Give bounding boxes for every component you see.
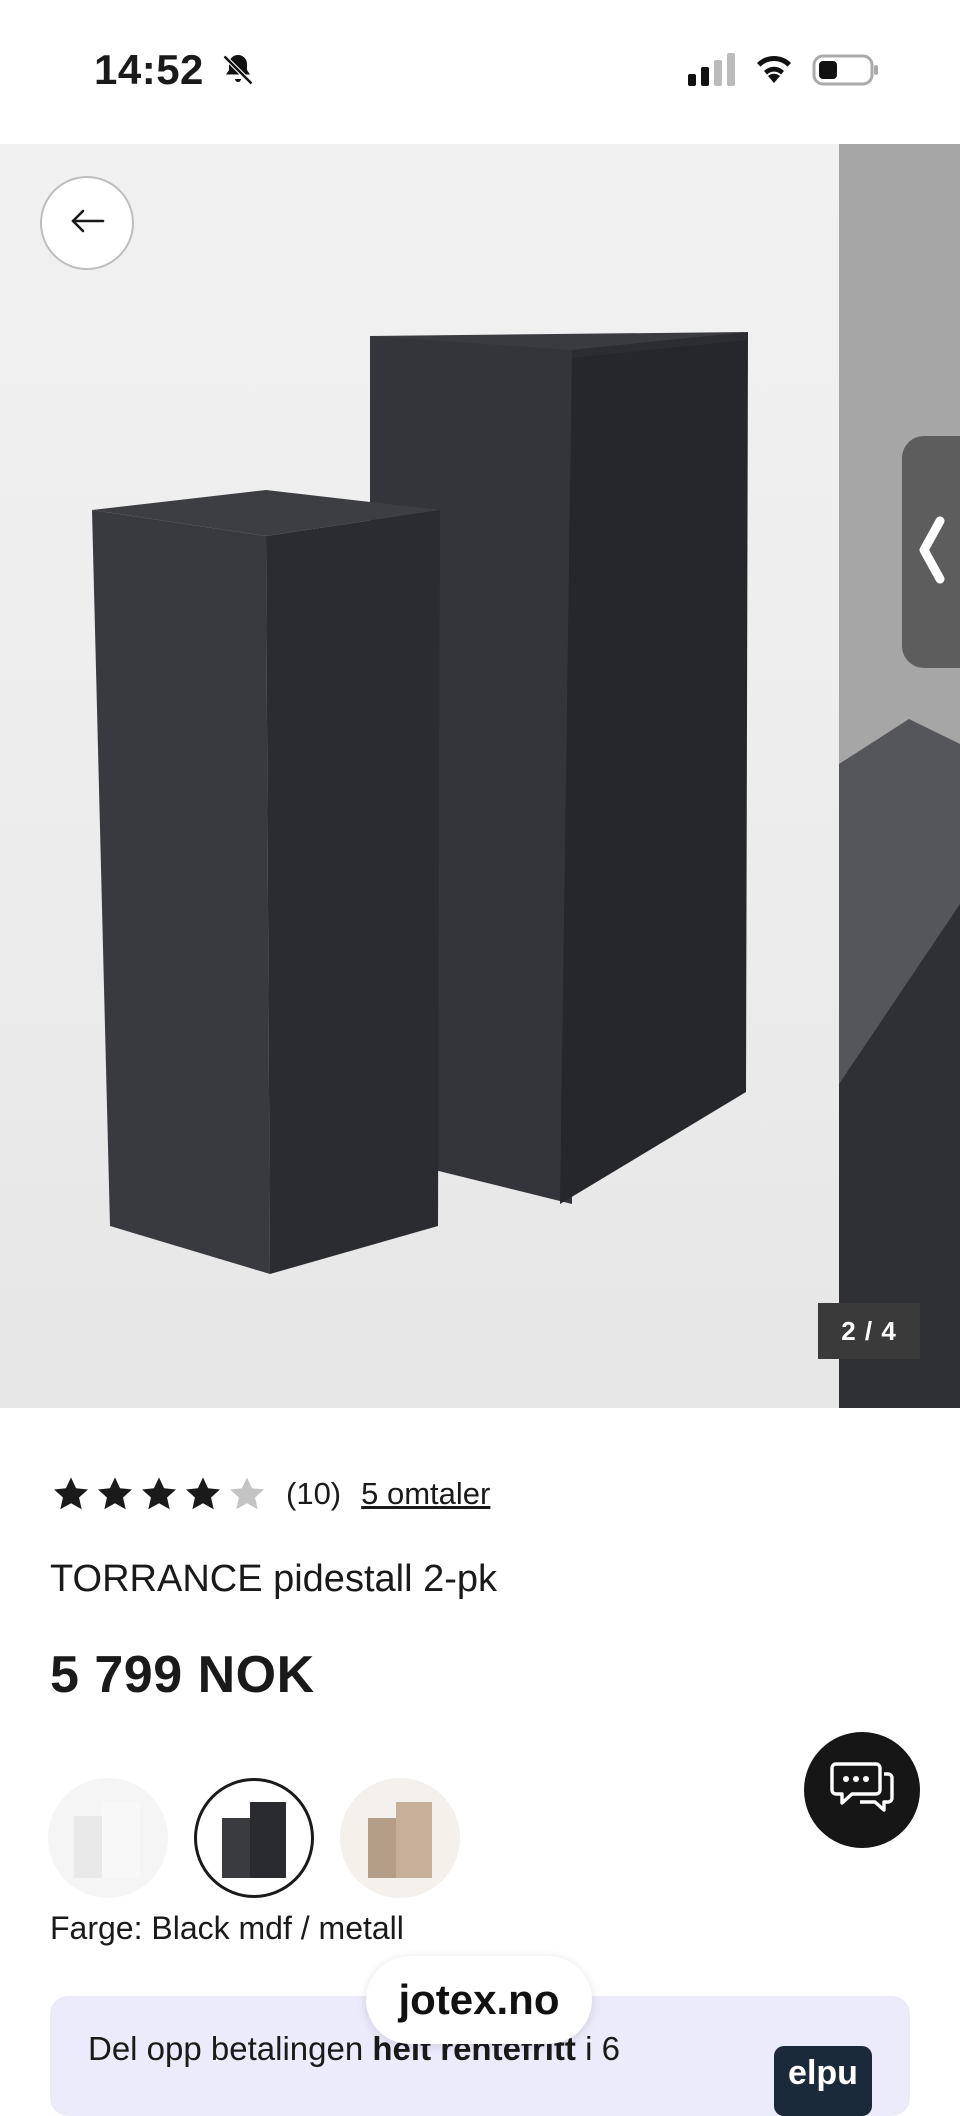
product-image-gallery[interactable]: 2 / 4	[0, 144, 960, 1408]
reviews-link[interactable]: 5 omtaler	[361, 1476, 490, 1512]
color-label: Farge: Black mdf / metall	[50, 1910, 404, 1946]
color-swatches	[48, 1778, 460, 1898]
arrow-left-icon	[67, 206, 107, 241]
rating-row: (10) 5 omtaler	[50, 1472, 490, 1516]
elpu-logo: elpu	[774, 2046, 872, 2116]
pedestal-illustration	[92, 332, 748, 1274]
chat-button[interactable]	[804, 1732, 920, 1848]
chat-bubbles-icon	[830, 1758, 894, 1823]
image-counter: 2 / 4	[818, 1303, 920, 1359]
star-filled-icon	[142, 1477, 176, 1510]
chevron-left-icon	[916, 515, 946, 590]
star-filled-icon	[186, 1477, 220, 1510]
rating-count: (10)	[286, 1476, 342, 1511]
browser-url-pill[interactable]: jotex.no	[366, 1956, 592, 2044]
swatch-black[interactable]	[194, 1778, 314, 1898]
next-image-preview[interactable]	[839, 144, 960, 1408]
wifi-icon	[752, 50, 796, 91]
battery-icon	[812, 54, 880, 91]
swatch-tan[interactable]	[340, 1778, 460, 1898]
product-price: 5 799 NOK	[50, 1646, 315, 1704]
product-image[interactable]	[0, 144, 839, 1408]
rating-stars	[50, 1473, 268, 1515]
back-button[interactable]	[40, 176, 134, 270]
star-empty-icon	[230, 1477, 264, 1510]
bell-slash-icon	[220, 52, 256, 93]
status-time: 14:52	[94, 46, 204, 93]
product-title: TORRANCE pidestall 2-pk	[50, 1558, 498, 1600]
cellular-signal-icon	[686, 52, 738, 93]
side-panel-toggle[interactable]	[902, 436, 960, 668]
swatch-white[interactable]	[48, 1778, 168, 1898]
star-filled-icon	[98, 1477, 132, 1510]
status-bar: 14:52	[0, 0, 960, 144]
star-filled-icon	[54, 1477, 88, 1510]
